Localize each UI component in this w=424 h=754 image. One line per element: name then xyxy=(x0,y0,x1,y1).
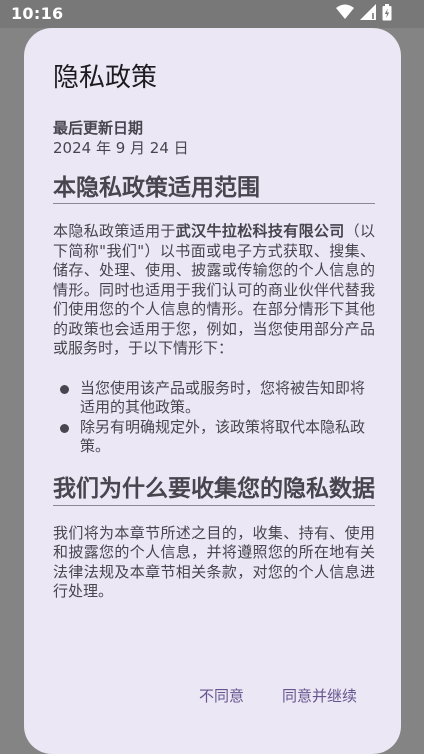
list-item: 除另有明确规定外，该政策将取代本隐私政策。 xyxy=(53,418,375,457)
last-updated-label: 最后更新日期 xyxy=(53,119,144,137)
status-bar: 10:16 xyxy=(0,0,424,28)
last-updated-date: 2024 年 9 月 24 日 xyxy=(53,139,189,157)
privacy-policy-dialog: 隐私政策 最后更新日期 2024 年 9 月 24 日 本隐私政策适用范围 本隐… xyxy=(24,28,401,754)
cellular-signal-icon xyxy=(360,4,376,24)
wifi-icon xyxy=(336,4,354,24)
dialog-actions: 不同意 同意并继续 xyxy=(199,685,357,706)
decline-button[interactable]: 不同意 xyxy=(199,685,244,706)
scope-bullet-list: 当您使用该产品或服务时，您将被告知即将适用的其他政策。 除另有明确规定外，该政策… xyxy=(53,379,375,457)
scope-para-suffix: （以下简称"我们"）以书面或电子方式获取、搜集、储存、处理、使用、披露或传输您的… xyxy=(53,222,375,357)
policy-content-scroll[interactable]: 最后更新日期 2024 年 9 月 24 日 本隐私政策适用范围 本隐私政策适用… xyxy=(53,118,375,642)
status-icons xyxy=(336,3,392,25)
battery-charging-icon xyxy=(382,3,392,25)
list-item: 当您使用该产品或服务时，您将被告知即将适用的其他政策。 xyxy=(53,379,375,418)
accept-continue-button[interactable]: 同意并继续 xyxy=(282,685,357,706)
dialog-title: 隐私政策 xyxy=(53,63,158,93)
section-heading-scope: 本隐私政策适用范围 xyxy=(53,174,375,204)
status-time: 10:16 xyxy=(11,4,64,23)
why-collect-paragraph: 我们将为本章节所述之目的，收集、持有、使用和披露您的个人信息，并将遵照您的所在地… xyxy=(53,523,375,601)
scope-paragraph: 本隐私政策适用于武汉牛拉松科技有限公司（以下简称"我们"）以书面或电子方式获取、… xyxy=(53,222,375,359)
company-name: 武汉牛拉松科技有限公司 xyxy=(175,222,345,240)
scope-para-prefix: 本隐私政策适用于 xyxy=(53,222,176,240)
section-heading-why-collect: 我们为什么要收集您的隐私数据 xyxy=(53,475,375,506)
